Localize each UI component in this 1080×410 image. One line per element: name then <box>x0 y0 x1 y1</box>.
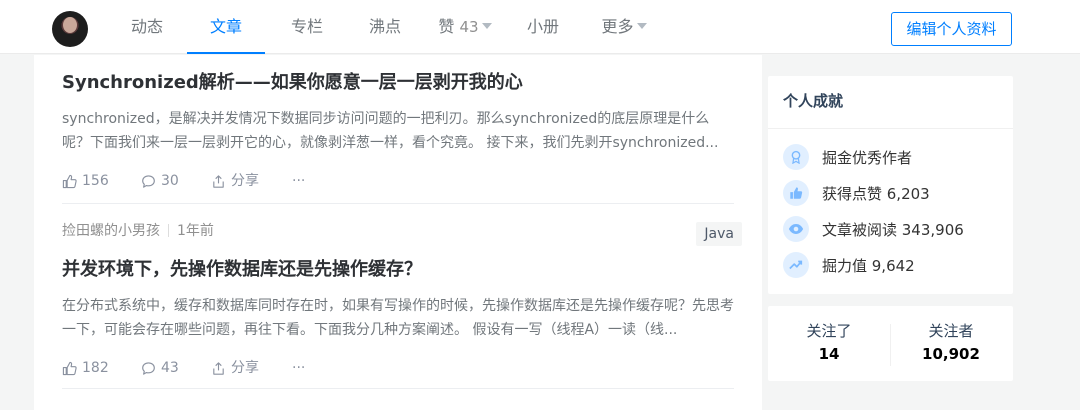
achievement-item: 获得点赞 6,203 <box>783 180 930 206</box>
chevron-down-icon <box>481 23 492 29</box>
article-item[interactable]: 捡田螺的小男孩 1年前 Java 并发环境下，先操作数据库还是先操作缓存？ 在分布… <box>62 221 742 379</box>
article-abstract: synchronized，是解决并发情况下数据同步访问问题的一把利刃。那么syn… <box>62 111 719 151</box>
like-button[interactable]: 156 <box>62 170 109 192</box>
more-button[interactable]: ··· <box>292 170 305 192</box>
tab-label: 动态 <box>130 17 163 36</box>
share-icon <box>213 361 224 375</box>
followers-count: 10,902 <box>922 345 980 363</box>
tab-more[interactable]: 更多 <box>594 0 654 54</box>
comment-count: 30 <box>161 173 179 189</box>
tab-likes[interactable]: 赞 43 <box>432 0 498 54</box>
divider <box>768 128 1013 129</box>
thumb-up-icon <box>783 180 809 206</box>
article-abstract: 在分布式系统中，缓存和数据库同时存在时，如果有写操作的时候，先操作数据库还是先操… <box>62 298 734 338</box>
follow-panel: 关注了 14 关注者 10,902 <box>768 306 1013 381</box>
more-label: ··· <box>292 173 306 189</box>
article-item[interactable]: Synchronized解析——如果你愿意一层一层剥开我的心 synchroni… <box>62 70 734 192</box>
tab-label: 赞 <box>438 17 455 36</box>
like-count: 156 <box>82 173 109 189</box>
tab-label: 文章 <box>209 17 242 36</box>
share-label: 分享 <box>231 173 259 189</box>
comment-icon <box>142 361 155 375</box>
medal-icon <box>783 144 809 170</box>
article-title[interactable]: 并发环境下，先操作数据库还是先操作缓存？ <box>62 257 734 283</box>
achievements-panel: 个人成就 掘金优秀作者 获得点赞 6,203 文章被阅读 343,906 掘力值… <box>768 76 1013 294</box>
tab-label: 沸点 <box>368 17 401 36</box>
divider <box>168 224 169 237</box>
tab-articles[interactable]: 文章 <box>187 0 265 54</box>
tab-label: 更多 <box>601 17 634 36</box>
like-count: 182 <box>82 360 109 376</box>
article-title[interactable]: Synchronized解析——如果你愿意一层一层剥开我的心 <box>62 70 734 96</box>
achievement-item: 掘金优秀作者 <box>783 144 912 170</box>
like-button[interactable]: 182 <box>62 357 109 379</box>
achievement-item: 掘力值 9,642 <box>783 252 915 278</box>
tab-label: 专栏 <box>290 17 323 36</box>
comment-count: 43 <box>161 360 179 376</box>
more-button[interactable]: ··· <box>292 357 305 379</box>
share-label: 分享 <box>231 360 259 376</box>
followers-label: 关注者 <box>928 322 974 340</box>
following-count: 14 <box>818 345 840 363</box>
comment-icon <box>142 174 155 188</box>
publish-time: 1年前 <box>177 223 214 239</box>
article-actions: 182 43 分享 ··· <box>62 357 734 379</box>
article-list: Synchronized解析——如果你愿意一层一层剥开我的心 synchroni… <box>34 55 762 410</box>
top-nav: 动态 文章 专栏 沸点 赞 43 小册 更多 编辑个人资料 <box>0 0 1080 54</box>
share-button[interactable]: 分享 <box>211 170 259 192</box>
tab-activity[interactable]: 动态 <box>122 0 172 54</box>
edit-profile-button[interactable]: 编辑个人资料 <box>891 12 1012 46</box>
comment-button[interactable]: 43 <box>141 357 179 379</box>
eye-icon <box>783 216 809 242</box>
divider <box>62 203 734 204</box>
article-meta: 捡田螺的小男孩 1年前 <box>62 221 734 241</box>
achievement-label: 获得点赞 6,203 <box>822 184 930 203</box>
thumb-up-icon <box>62 174 77 188</box>
following-label: 关注了 <box>806 322 852 340</box>
achievement-item: 文章被阅读 343,906 <box>783 216 964 242</box>
more-label: ··· <box>292 360 306 376</box>
article-actions: 156 30 分享 ··· <box>62 170 734 192</box>
author-name[interactable]: 捡田螺的小男孩 <box>62 223 160 239</box>
tab-label: 小册 <box>526 17 559 36</box>
tag-badge[interactable]: Java <box>696 222 742 246</box>
chevron-down-icon <box>636 23 647 29</box>
achievement-label: 掘金优秀作者 <box>822 148 913 167</box>
share-button[interactable]: 分享 <box>211 357 259 379</box>
divider <box>62 388 734 389</box>
following-stat[interactable]: 关注了 14 <box>768 320 890 363</box>
achievement-label: 文章被阅读 343,906 <box>822 220 964 239</box>
tab-booklets[interactable]: 小册 <box>518 0 568 54</box>
trend-icon <box>783 252 809 278</box>
achievement-label: 掘力值 9,642 <box>822 256 915 275</box>
share-icon <box>213 174 224 188</box>
panel-title: 个人成就 <box>783 92 844 110</box>
tab-pins[interactable]: 沸点 <box>360 0 410 54</box>
avatar[interactable] <box>52 11 88 47</box>
tab-columns[interactable]: 专栏 <box>282 0 332 54</box>
followers-stat[interactable]: 关注者 10,902 <box>890 320 1012 363</box>
comment-button[interactable]: 30 <box>141 170 179 192</box>
thumb-up-icon <box>62 361 77 375</box>
likes-count: 43 <box>459 18 479 36</box>
